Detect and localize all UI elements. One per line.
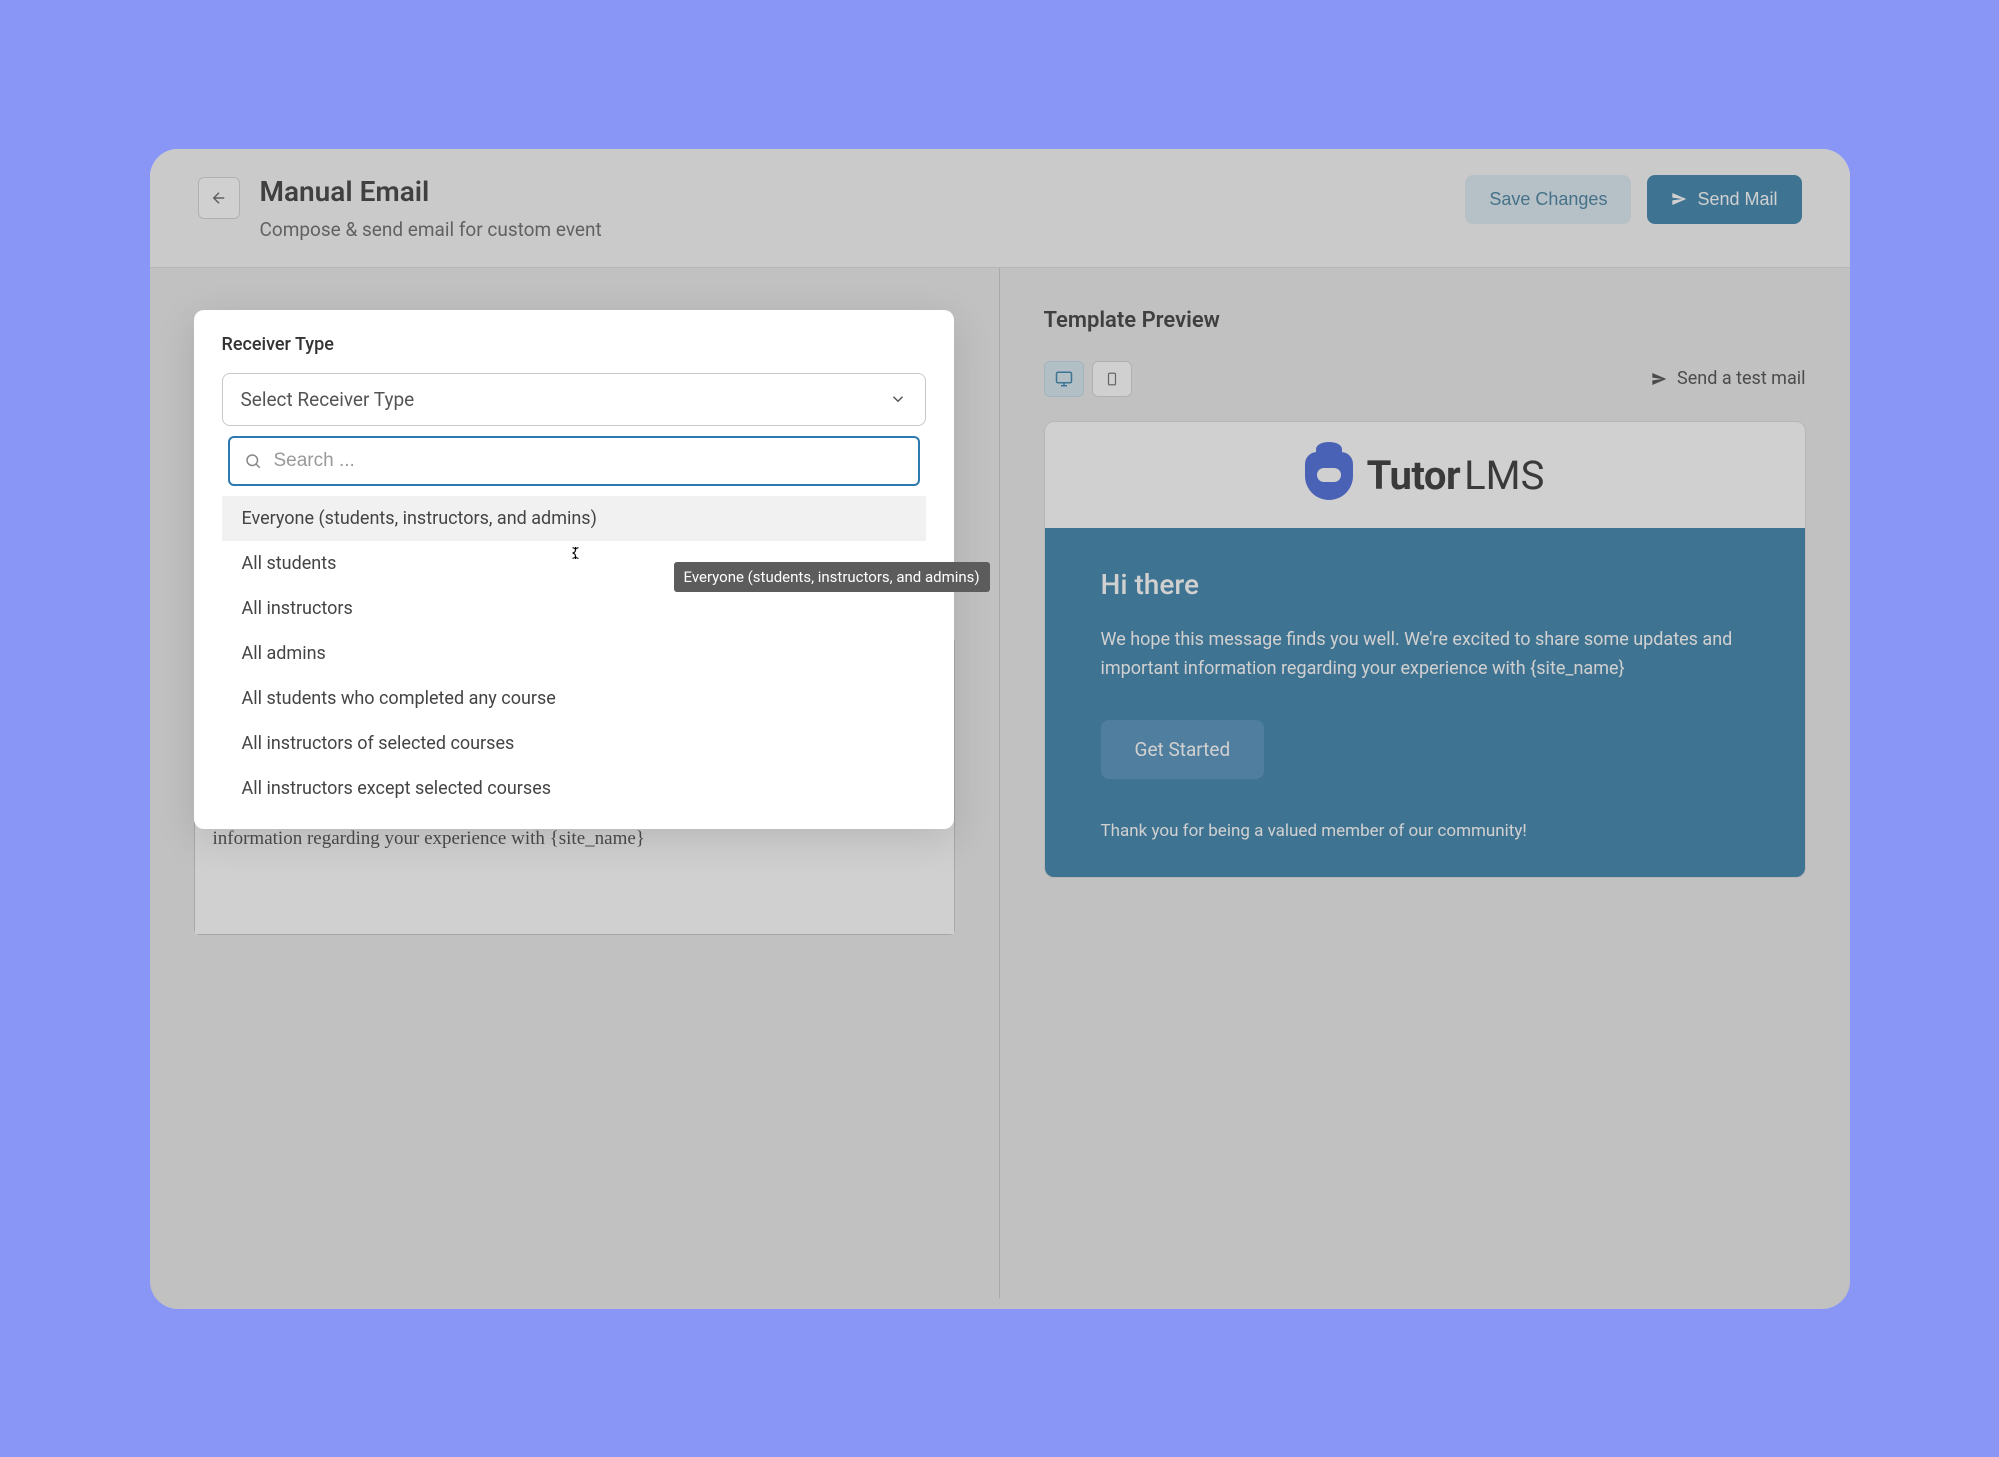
receiver-type-popover: Receiver Type Select Receiver Type Every… bbox=[194, 310, 954, 829]
monitor-icon bbox=[1055, 370, 1073, 388]
preview-title: Template Preview bbox=[1044, 308, 1806, 333]
tooltip: Everyone (students, instructors, and adm… bbox=[674, 562, 990, 592]
get-started-label: Get Started bbox=[1135, 738, 1231, 761]
cursor-icon bbox=[568, 542, 586, 564]
email-greeting: Hi there bbox=[1101, 568, 1749, 601]
right-panel: Template Preview Send a test mail bbox=[1000, 268, 1850, 1298]
option-instructors-selected[interactable]: All instructors of selected courses bbox=[222, 721, 926, 766]
left-panel: Receiver Type Select Receiver Type Every… bbox=[150, 268, 1000, 1298]
email-body: Hi there We hope this message finds you … bbox=[1045, 528, 1805, 877]
email-paragraph: We hope this message finds you well. We'… bbox=[1101, 625, 1749, 684]
option-completed-course[interactable]: All students who completed any course bbox=[222, 676, 926, 721]
paper-plane-icon bbox=[1651, 371, 1667, 387]
content: Receiver Type Select Receiver Type Every… bbox=[150, 268, 1850, 1298]
paper-plane-icon bbox=[1671, 191, 1687, 207]
receiver-type-label: Receiver Type bbox=[222, 334, 926, 355]
receiver-type-select[interactable]: Select Receiver Type bbox=[222, 373, 926, 426]
desktop-view-button[interactable] bbox=[1044, 361, 1084, 397]
chevron-down-icon bbox=[889, 390, 907, 408]
search-icon bbox=[244, 452, 262, 470]
preview-toolbar: Send a test mail bbox=[1044, 361, 1806, 397]
logo-text-main: Tutor bbox=[1367, 452, 1460, 499]
logo-text-sub: LMS bbox=[1464, 452, 1544, 499]
arrow-left-icon bbox=[210, 189, 228, 207]
logo: Tutor LMS bbox=[1305, 452, 1545, 500]
mobile-view-button[interactable] bbox=[1092, 361, 1132, 397]
send-test-mail-label: Send a test mail bbox=[1677, 368, 1805, 389]
option-instructors-except[interactable]: All instructors except selected courses bbox=[222, 766, 926, 811]
send-mail-button[interactable]: Send Mail bbox=[1647, 175, 1801, 224]
back-button[interactable] bbox=[198, 177, 240, 219]
tutor-owl-icon bbox=[1305, 452, 1353, 500]
email-preview-card: Tutor LMS Hi there We hope this message … bbox=[1044, 421, 1806, 878]
dropdown-panel: Everyone (students, instructors, and adm… bbox=[222, 436, 926, 825]
page-title: Manual Email bbox=[260, 175, 602, 208]
save-changes-label: Save Changes bbox=[1489, 189, 1607, 210]
search-wrap bbox=[228, 436, 920, 486]
option-all-admins[interactable]: All admins bbox=[222, 631, 926, 676]
header-left: Manual Email Compose & send email for cu… bbox=[198, 175, 602, 241]
app-window: Manual Email Compose & send email for cu… bbox=[150, 149, 1850, 1309]
option-everyone[interactable]: Everyone (students, instructors, and adm… bbox=[222, 496, 926, 541]
save-changes-button[interactable]: Save Changes bbox=[1465, 175, 1631, 224]
device-buttons bbox=[1044, 361, 1132, 397]
option-all-instructors[interactable]: All instructors bbox=[222, 586, 926, 631]
email-footnote: Thank you for being a valued member of o… bbox=[1101, 821, 1749, 841]
send-mail-label: Send Mail bbox=[1697, 189, 1777, 210]
page-subtitle: Compose & send email for custom event bbox=[260, 218, 602, 241]
select-placeholder: Select Receiver Type bbox=[241, 388, 415, 411]
header: Manual Email Compose & send email for cu… bbox=[150, 149, 1850, 268]
mobile-icon bbox=[1105, 370, 1119, 388]
get-started-button[interactable]: Get Started bbox=[1101, 720, 1265, 779]
header-actions: Save Changes Send Mail bbox=[1465, 175, 1801, 224]
email-logo-area: Tutor LMS bbox=[1045, 422, 1805, 528]
send-test-mail-link[interactable]: Send a test mail bbox=[1651, 368, 1805, 389]
search-input[interactable] bbox=[274, 450, 904, 472]
